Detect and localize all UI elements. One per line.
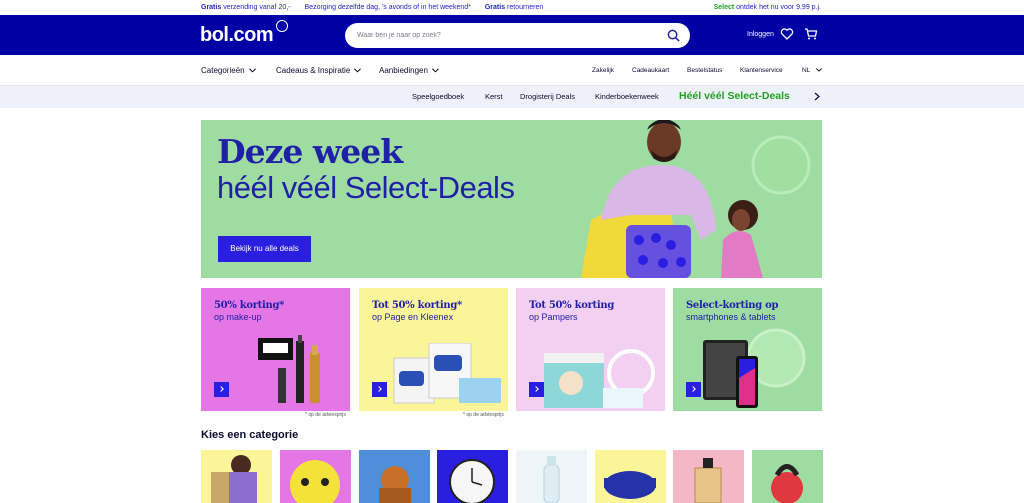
quick-link[interactable]: Drogisterij Deals	[520, 92, 575, 101]
category-tile[interactable]	[516, 450, 587, 503]
nav-customer-service[interactable]: Klantenservice	[740, 67, 783, 74]
promo-tile-page-kleenex[interactable]: Tot 50% korting* op Page en Kleenex	[359, 288, 508, 411]
chevron-down-icon	[815, 68, 822, 72]
tablet-phone-image	[703, 328, 806, 408]
makeup-products-image	[258, 335, 320, 403]
view-deals-button[interactable]: Bekijk nu alle deals	[218, 236, 311, 262]
bol-logo[interactable]: bol.com	[200, 24, 274, 47]
usp-bar: Gratis verzending vanaf 20,- Bezorging d…	[0, 0, 1024, 15]
nav-business[interactable]: Zakelijk	[592, 67, 614, 74]
nav-offers[interactable]: Aanbiedingen	[379, 66, 439, 75]
select-promo-link[interactable]: Select ontdek het nu voor 9,99 p.j.	[714, 0, 821, 15]
book-reader-image	[211, 455, 257, 503]
category-tile[interactable]	[280, 450, 351, 503]
hero-illustration	[571, 120, 822, 278]
baby-bottle-image	[543, 456, 560, 503]
nav-categories[interactable]: Categorieën	[201, 66, 256, 75]
quick-link[interactable]: Kerst	[485, 92, 503, 101]
tile-footnote: * op de adviesprijs	[463, 412, 504, 418]
main-nav: Categorieën Cadeaus & Inspiratie Aanbied…	[0, 55, 1024, 86]
chevron-down-icon	[248, 68, 256, 73]
language-select[interactable]: NL	[802, 67, 822, 74]
cart-icon[interactable]	[804, 27, 818, 41]
tile-arrow-button[interactable]	[214, 382, 229, 397]
category-tile[interactable]	[437, 450, 508, 503]
heart-icon[interactable]	[780, 27, 794, 41]
promo-tile-pampers[interactable]: Tot 50% korting op Pampers	[516, 288, 665, 411]
chevron-down-icon	[432, 68, 439, 73]
toy-image	[290, 460, 340, 503]
categories-heading: Kies een categorie	[201, 429, 299, 441]
hero-banner[interactable]: Deze week héél véél Select-Deals Bekijk …	[201, 120, 822, 278]
nav-order-status[interactable]: Bestelstatus	[687, 67, 722, 74]
toilet-paper-image	[393, 343, 501, 404]
category-tile[interactable]	[201, 450, 272, 503]
tile-arrow-button[interactable]	[529, 382, 544, 397]
perfume-image	[694, 458, 722, 503]
category-tile[interactable]	[359, 450, 430, 503]
hero-subtitle: héél véél Select-Deals	[217, 170, 515, 205]
chevron-right-icon[interactable]	[814, 92, 820, 101]
promo-tile-makeup[interactable]: 50% korting* op make-up	[201, 288, 350, 411]
category-tile[interactable]	[595, 450, 666, 503]
chevron-down-icon	[354, 68, 362, 73]
quick-link[interactable]: Speelgoedboek	[412, 92, 464, 101]
quick-link[interactable]: Kinderboekenweek	[595, 92, 659, 101]
quick-link-highlight[interactable]: Héél véél Select-Deals	[679, 90, 790, 102]
hero-title: Deze week	[217, 132, 403, 171]
pampers-box-image	[544, 349, 655, 408]
usp-free-shipping: Gratis verzending vanaf 20,-	[201, 4, 291, 11]
plush-toy-image	[379, 466, 411, 503]
quick-links-bar: Speelgoedboek Kerst Drogisterij Deals Ki…	[0, 86, 1024, 108]
search-bar	[345, 23, 690, 48]
clock-image	[449, 459, 495, 503]
usp-delivery: Bezorging dezelfde dag, 's avonds of in …	[304, 4, 471, 11]
logo-badge-icon	[276, 20, 288, 32]
category-tile[interactable]	[673, 450, 744, 503]
nav-gifts[interactable]: Cadeaus & Inspiratie	[276, 66, 362, 75]
usp-free-returns: Gratis retourneren	[484, 4, 544, 11]
promo-tile-smartphones[interactable]: Select-korting op smartphones & tablets	[673, 288, 822, 411]
tile-arrow-button[interactable]	[686, 382, 701, 397]
search-icon[interactable]	[667, 29, 680, 42]
tile-arrow-button[interactable]	[372, 382, 387, 397]
category-tile[interactable]	[752, 450, 823, 503]
site-header: bol.com Inloggen	[0, 15, 1024, 55]
tile-footnote: * op de adviesprijs	[305, 412, 346, 418]
nav-giftcard[interactable]: Cadeaukaart	[632, 67, 669, 74]
kettlebell-image	[771, 464, 803, 503]
cooking-pot-image	[604, 471, 656, 499]
search-input[interactable]	[357, 28, 657, 43]
login-link[interactable]: Inloggen	[747, 31, 774, 38]
